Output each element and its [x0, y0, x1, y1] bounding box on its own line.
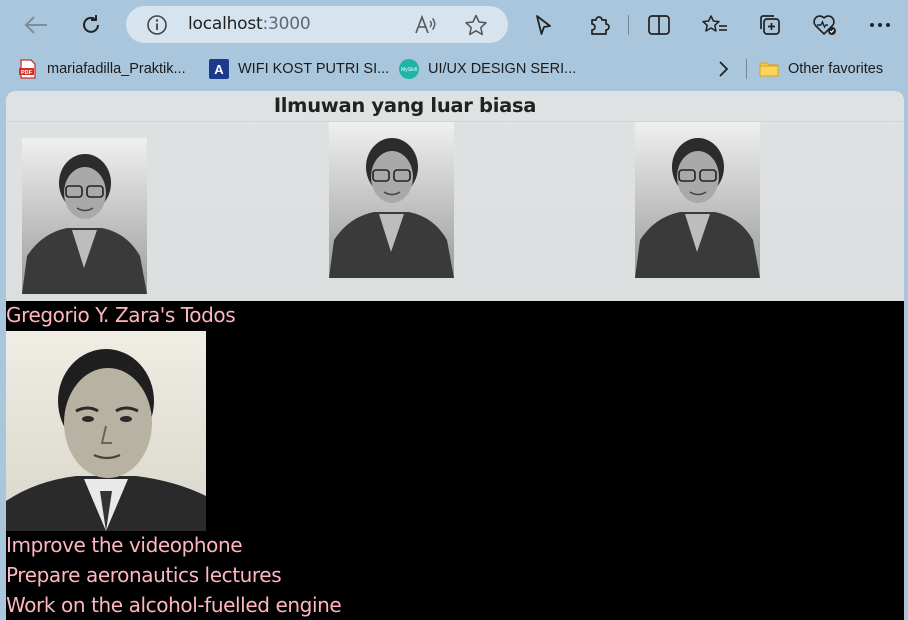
refresh-icon [83, 15, 99, 33]
add-favorite-star-icon[interactable] [464, 14, 488, 41]
favorites-list-icon [702, 15, 727, 32]
split-screen-button[interactable] [643, 9, 675, 41]
collections-button[interactable] [754, 9, 786, 41]
chevron-right-icon [719, 61, 729, 77]
more-options-button[interactable] [864, 9, 896, 41]
other-favorites-label: Other favorites [788, 61, 884, 77]
favorites-button[interactable] [699, 9, 731, 41]
toolbar-divider [628, 15, 629, 35]
address-bar[interactable]: localhost:3000 [126, 6, 508, 43]
cursor-arrow-icon [536, 15, 551, 35]
bookmark-item[interactable]: PDF mariafadilla_Praktik... [18, 58, 186, 80]
folder-icon [759, 62, 779, 77]
url-text[interactable]: localhost:3000 [188, 14, 311, 34]
scientist-photo [329, 122, 454, 278]
split-screen-icon [648, 15, 670, 35]
browser-toolbar: localhost:3000 [0, 0, 908, 50]
bookmarks-divider [746, 59, 747, 79]
letter-a-icon: A [209, 59, 229, 79]
other-favorites-folder[interactable]: Other favorites [759, 58, 883, 80]
browser-essentials-button[interactable] [809, 9, 841, 41]
gregorio-zara-photo [6, 331, 206, 531]
url-host: localhost [188, 14, 263, 34]
todo-item: Prepare aeronautics lectures [6, 563, 282, 587]
todo-item: Improve the videophone [6, 533, 243, 557]
bookmarks-bar: PDF mariafadilla_Praktik... A WIFI KOST … [0, 50, 908, 88]
back-arrow-icon [24, 16, 47, 34]
scientist-photo [635, 122, 760, 278]
refresh-button[interactable] [75, 9, 107, 41]
svg-text:A: A [214, 62, 224, 77]
bookmark-label: WIFI KOST PUTRI SI... [238, 61, 390, 77]
cursor-tool-button[interactable] [527, 9, 559, 41]
bookmark-label: mariafadilla_Praktik... [47, 61, 186, 77]
more-bookmarks-button[interactable] [716, 58, 730, 80]
site-info-icon[interactable] [146, 14, 168, 41]
pdf-icon: PDF [19, 59, 36, 79]
back-button[interactable] [20, 9, 52, 41]
bookmark-label: UI/UX DESIGN SERI... [428, 61, 577, 77]
collections-icon [760, 15, 780, 35]
todos-heading: Gregorio Y. Zara's Todos [6, 303, 236, 327]
puzzle-icon [591, 16, 610, 35]
extensions-button[interactable] [583, 9, 615, 41]
mysk-icon: MySkill [399, 59, 419, 79]
page-viewport: Ilmuwan yang luar biasa Gregorio Y. Zara… [6, 91, 904, 620]
svg-text:MySkill: MySkill [401, 67, 417, 73]
ellipsis-icon [870, 23, 890, 27]
page-title: Ilmuwan yang luar biasa [273, 94, 537, 117]
bookmark-item[interactable]: MySkill UI/UX DESIGN SERI... [399, 58, 576, 80]
bookmark-item[interactable]: A WIFI KOST PUTRI SI... [209, 58, 389, 80]
heart-pulse-icon [813, 15, 836, 35]
scientists-panel: Ilmuwan yang luar biasa [6, 91, 904, 301]
svg-text:PDF: PDF [21, 70, 33, 76]
title-divider [6, 121, 904, 122]
todo-item: Work on the alcohol-fuelled engine [6, 593, 342, 617]
read-aloud-icon[interactable] [414, 14, 438, 41]
url-port: :3000 [262, 14, 311, 34]
scientist-photo [22, 138, 147, 294]
